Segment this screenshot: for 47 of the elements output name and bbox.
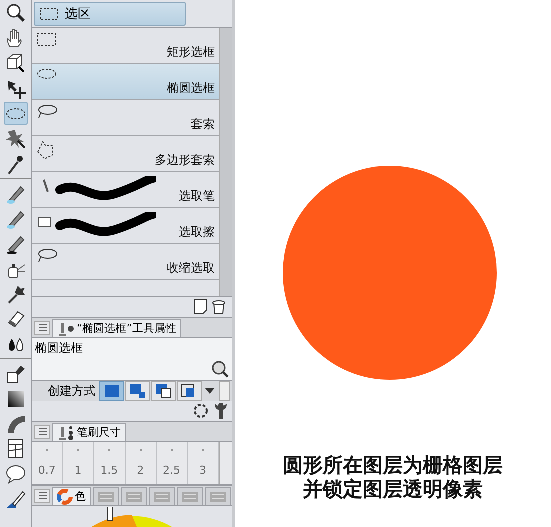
trash-icon [212,299,226,315]
new-page-icon [194,299,208,315]
dashed-rectangle-icon [39,6,59,20]
figure-settings-icon [57,320,75,336]
group-label: 选区 [65,6,91,22]
brush-size-tab[interactable]: 笔刷尺寸 [52,423,126,441]
subtool-item[interactable]: 选取笔 [32,172,219,208]
dropdown-caret-icon [205,388,215,394]
brush-size-preset[interactable]: 0.7 [32,442,64,484]
color-tab[interactable]: 色 [52,487,91,505]
subtract-selection-icon [154,382,173,400]
subtool-item[interactable]: 椭圆选框 [32,64,219,100]
brush-size-preset[interactable]: 1 [63,442,94,484]
sparkle-wand-icon [4,128,26,150]
eraser-stroke-icon [36,212,156,238]
cube-icon [4,52,26,74]
tool-button[interactable] [4,127,28,150]
tool-property-tab[interactable]: “椭圆选框”工具属性 [52,319,182,337]
setting-label: 创建方式 [47,382,96,400]
subtool-name: 椭圆选框 [35,340,83,357]
caption-text: 圆形所在图层为栅格图层 [283,453,503,477]
add-selection-icon [128,382,147,400]
panel-menu-icon [34,489,50,503]
figure-dots-icon [57,424,75,440]
brush-size-preset[interactable]: 2.5 [156,442,188,484]
speech-balloon-icon [4,462,26,484]
dashed-circle-icon [192,402,210,420]
caption-text: 并锁定图层透明像素 [303,477,483,501]
brush-size-preset[interactable]: 1.5 [94,442,126,484]
new-selection-icon [102,382,121,400]
brush-size-preset[interactable]: 2 [126,442,157,484]
dashed-rectangle-icon [36,32,58,48]
wrench-icon [213,402,229,420]
subtool-group-tab[interactable]: 选区 [34,2,186,26]
magnifier-settings-icon [211,360,229,378]
selection-mode-button[interactable] [151,381,176,401]
tool-button[interactable] [4,102,28,125]
scrollbar[interactable] [219,28,232,296]
magnifier-icon [4,2,26,24]
subtool-item[interactable]: 选取擦 [32,208,219,244]
lasso-icon [36,104,58,120]
dashed-ellipse-icon [36,68,58,80]
panel-menu-icon [34,425,50,439]
panel-menu-icon [34,321,50,335]
selection-mode-button[interactable] [177,381,202,401]
lasso-icon [36,248,58,264]
color-wheel-icon [57,488,73,504]
